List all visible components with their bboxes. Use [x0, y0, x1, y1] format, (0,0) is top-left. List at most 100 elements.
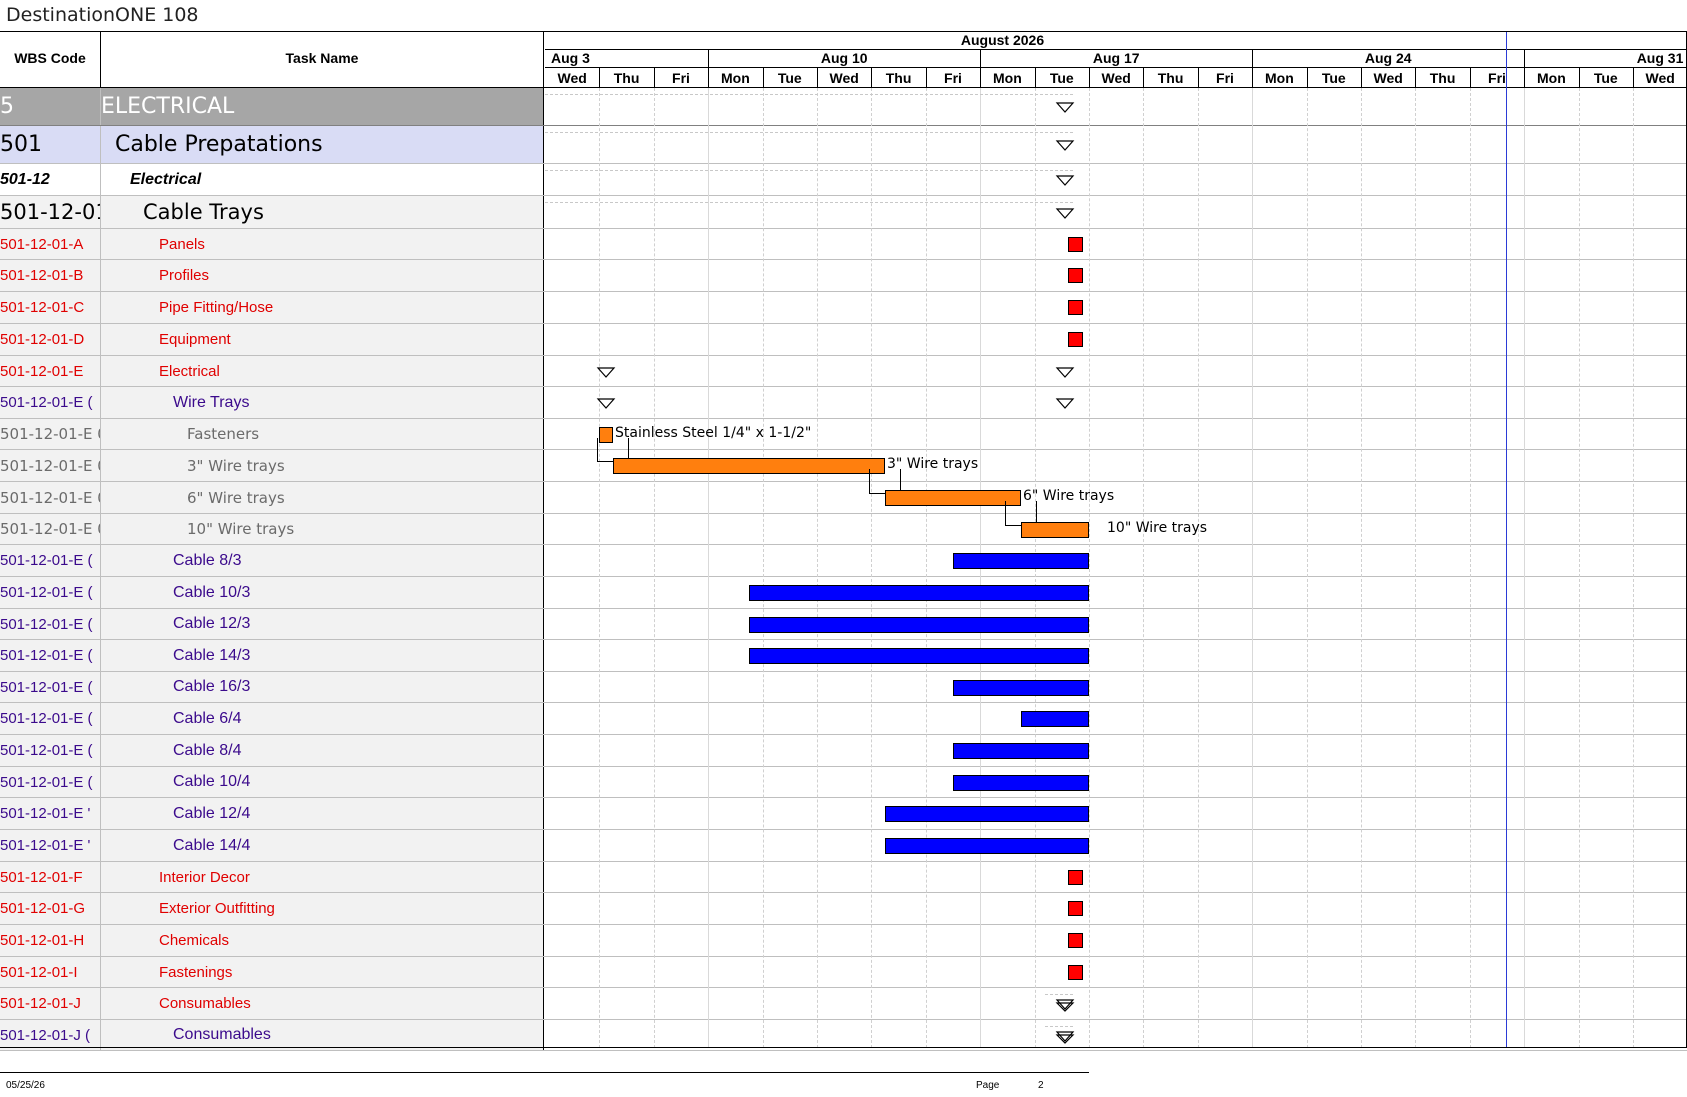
task-name-cell[interactable]: Cable 6/4: [101, 703, 544, 734]
task-bar[interactable]: [749, 585, 1089, 601]
table-row[interactable]: 501-12-01 Cable Trays: [0, 196, 1687, 229]
task-bar[interactable]: [885, 838, 1089, 854]
task-column-header[interactable]: Task Name: [101, 32, 544, 88]
task-name-cell[interactable]: Fastenings: [101, 957, 544, 987]
wbs-code-cell[interactable]: 501-12-01-C: [0, 292, 101, 323]
table-row[interactable]: 501-12-01-E ' Cable 12/4: [0, 798, 1687, 830]
wbs-code-cell[interactable]: 501-12: [0, 164, 101, 195]
wbs-code-cell[interactable]: 501-12-01-E (: [0, 640, 101, 671]
wbs-code-cell[interactable]: 501-12-01-E 0: [0, 482, 101, 513]
table-row[interactable]: 501-12-01-E (Cable 6/4: [0, 703, 1687, 735]
table-row[interactable]: 501-12-01-E 0 Fasteners: [0, 419, 1687, 450]
wbs-code-cell[interactable]: 501-12-01-E: [0, 356, 101, 386]
task-name-cell[interactable]: Panels: [101, 229, 544, 259]
table-row[interactable]: 501-12-01-C Pipe Fitting/Hose: [0, 292, 1687, 324]
summary-marker[interactable]: [596, 397, 616, 411]
task-name-cell[interactable]: Cable 8/4: [101, 735, 544, 766]
task-name-cell[interactable]: Cable 12/3: [101, 609, 544, 639]
task-name-cell[interactable]: Cable Prepatations: [101, 126, 544, 163]
task-name-cell[interactable]: ELECTRICAL: [101, 88, 544, 125]
wbs-code-cell[interactable]: 501: [0, 126, 101, 163]
task-bar[interactable]: [953, 774, 1089, 791]
table-row[interactable]: 501-12-01-F Interior Decor: [0, 862, 1687, 893]
task-name-cell[interactable]: Consumables: [101, 1020, 544, 1050]
wbs-code-cell[interactable]: 501-12-01-E 0: [0, 450, 101, 481]
milestone-marker[interactable]: [1067, 933, 1083, 948]
task-name-cell[interactable]: Fasteners: [101, 419, 544, 449]
table-row[interactable]: 501-12-01-I Fastenings: [0, 957, 1687, 988]
task-bar[interactable]: [749, 616, 1089, 633]
table-row[interactable]: 501-12-01-J (Consumables: [0, 1020, 1687, 1051]
milestone-marker[interactable]: [1067, 332, 1083, 347]
milestone-marker[interactable]: [1067, 869, 1083, 885]
task-name-cell[interactable]: Cable Trays: [101, 196, 544, 228]
task-name-cell[interactable]: Wire Trays: [101, 387, 544, 418]
task-name-cell[interactable]: Cable 12/4: [101, 798, 544, 829]
task-bar[interactable]: [953, 679, 1089, 696]
task-name-cell[interactable]: Equipment: [101, 324, 544, 355]
table-row[interactable]: 501-12-01-J Consumables: [0, 988, 1687, 1020]
table-row[interactable]: 501-12-01-E (Cable 10/4: [0, 767, 1687, 798]
summary-marker[interactable]: [1055, 139, 1075, 153]
wbs-code-cell[interactable]: 501-12-01-G: [0, 893, 101, 924]
wbs-code-cell[interactable]: 501-12-01-E 0: [0, 419, 101, 449]
task-name-cell[interactable]: Profiles: [101, 260, 544, 291]
task-name-cell[interactable]: 3" Wire trays: [101, 450, 544, 481]
table-row[interactable]: 501-12-01-G Exterior Outfitting: [0, 893, 1687, 925]
table-row[interactable]: 501-12-01-E (Cable 16/3: [0, 672, 1687, 703]
task-name-cell[interactable]: Cable 10/3: [101, 577, 544, 608]
table-row[interactable]: 501-12-01-E (Cable 8/4: [0, 735, 1687, 767]
wbs-code-cell[interactable]: 5: [0, 88, 101, 125]
wbs-code-cell[interactable]: 501-12-01-E (: [0, 735, 101, 766]
task-name-cell[interactable]: Cable 14/4: [101, 830, 544, 861]
table-row[interactable]: 501-12-01-D Equipment: [0, 324, 1687, 356]
task-name-cell[interactable]: Interior Decor: [101, 862, 544, 892]
task-bar[interactable]: [749, 648, 1089, 664]
milestone-marker[interactable]: [1067, 236, 1083, 252]
summary-marker[interactable]: [596, 366, 616, 380]
milestone-marker[interactable]: [1067, 268, 1083, 283]
wbs-code-cell[interactable]: 501-12-01-F: [0, 862, 101, 892]
table-row[interactable]: 501-12-01-E Electrical: [0, 356, 1687, 387]
wbs-code-cell[interactable]: 501-12-01-E (: [0, 703, 101, 734]
task-name-cell[interactable]: 10" Wire trays: [101, 514, 544, 544]
task-bar[interactable]: [953, 743, 1089, 759]
summary-marker[interactable]: [1055, 101, 1075, 115]
wbs-code-cell[interactable]: 501-12-01-H: [0, 925, 101, 956]
task-name-cell[interactable]: Electrical: [101, 164, 544, 195]
wbs-code-cell[interactable]: 501-12-01-E (: [0, 767, 101, 797]
summary-marker[interactable]: [1055, 397, 1075, 411]
task-name-cell[interactable]: Cable 8/3: [101, 545, 544, 576]
wbs-code-cell[interactable]: 501-12-01-E (: [0, 387, 101, 418]
wbs-code-cell[interactable]: 501-12-01-J: [0, 988, 101, 1019]
wbs-code-cell[interactable]: 501-12-01-E (: [0, 545, 101, 576]
table-row[interactable]: 501-12-01-E (Wire Trays: [0, 387, 1687, 419]
task-name-cell[interactable]: Cable 10/4: [101, 767, 544, 797]
task-bar[interactable]: [1021, 521, 1089, 538]
wbs-column-header[interactable]: WBS Code: [0, 32, 101, 88]
task-name-cell[interactable]: Pipe Fitting/Hose: [101, 292, 544, 323]
wbs-code-cell[interactable]: 501-12-01-E (: [0, 609, 101, 639]
wbs-code-cell[interactable]: 501-12-01: [0, 196, 101, 228]
wbs-code-cell[interactable]: 501-12-01-E (: [0, 672, 101, 702]
table-row[interactable]: 501-12-01-H Chemicals: [0, 925, 1687, 957]
task-name-cell[interactable]: Cable 14/3: [101, 640, 544, 671]
table-row[interactable]: 501-12-01-E ' Cable 14/4: [0, 830, 1687, 862]
task-bar[interactable]: [1021, 711, 1089, 727]
summary-marker[interactable]: [1055, 207, 1075, 221]
table-row[interactable]: 501-12-01-E 0 10" Wire trays: [0, 514, 1687, 545]
wbs-code-cell[interactable]: 501-12-01-J (: [0, 1020, 101, 1050]
summary-marker[interactable]: [1055, 1030, 1075, 1044]
wbs-code-cell[interactable]: 501-12-01-E 0: [0, 514, 101, 544]
task-bar[interactable]: [885, 806, 1089, 822]
milestone-marker[interactable]: [1067, 901, 1083, 916]
task-name-cell[interactable]: Exterior Outfitting: [101, 893, 544, 924]
wbs-code-cell[interactable]: 501-12-01-D: [0, 324, 101, 355]
wbs-code-cell[interactable]: 501-12-01-E (: [0, 577, 101, 608]
summary-marker[interactable]: [1055, 366, 1075, 380]
summary-marker[interactable]: [1055, 174, 1075, 188]
task-name-cell[interactable]: Cable 16/3: [101, 672, 544, 702]
task-name-cell[interactable]: Electrical: [101, 356, 544, 386]
wbs-code-cell[interactable]: 501-12-01-E ': [0, 798, 101, 829]
table-row[interactable]: 501-12-01-B Profiles: [0, 260, 1687, 292]
